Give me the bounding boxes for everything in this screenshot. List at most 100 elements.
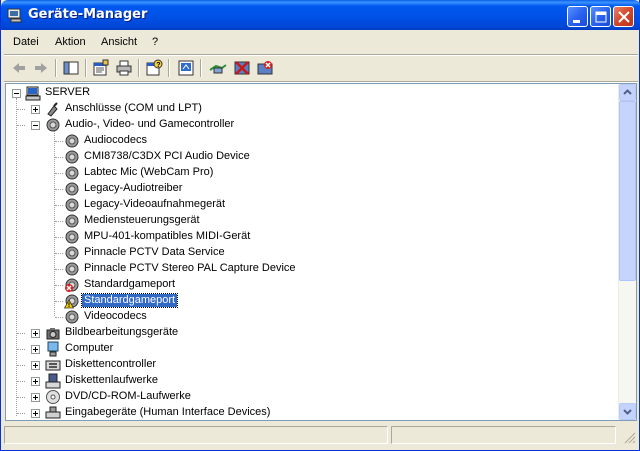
vertical-scrollbar[interactable] [618,84,636,420]
collapse-toggle[interactable] [12,89,21,98]
device-label[interactable]: Legacy-Audiotreiber [82,182,184,195]
audio-device-item[interactable]: Standardgameport [6,277,616,293]
tree-category[interactable]: Eingabegeräte (Human Interface Devices) [6,405,616,420]
tree-guide-line [55,285,63,286]
close-button[interactable] [613,6,634,27]
cdrom-icon [46,390,60,404]
tree-category[interactable]: Audio-, Video- und Gamecontroller [6,117,616,133]
audio-device-icon [65,182,79,196]
expand-toggle[interactable] [31,345,40,354]
minimize-icon [573,20,580,23]
update-driver-icon[interactable] [208,58,228,78]
scroll-thumb[interactable] [619,101,636,281]
tree-category[interactable]: Computer [6,341,616,357]
device-label[interactable]: CMI8738/C3DX PCI Audio Device [82,150,252,163]
tree-category[interactable]: Bildbearbeitungsgeräte [6,325,616,341]
tree-category-label[interactable]: Computer [63,342,115,355]
scan-hardware-icon[interactable] [176,58,196,78]
device-manager-window: Geräte-Manager Datei Aktion Ansicht ? ? … [0,0,640,451]
audio-device-item[interactable]: Pinnacle PCTV Data Service [6,245,616,261]
audio-device-item[interactable]: Pinnacle PCTV Stereo PAL Capture Device [6,261,616,277]
tree-guide-line [17,333,25,334]
tree-root[interactable]: SERVER [6,85,616,101]
resize-grip-icon[interactable] [624,432,636,444]
collapse-toggle[interactable] [31,121,40,130]
device-label[interactable]: Pinnacle PCTV Stereo PAL Capture Device [82,262,298,275]
tree-category[interactable]: Diskettenlaufwerke [6,373,616,389]
device-label[interactable]: Standardgameport [82,278,177,291]
device-label[interactable]: Legacy-Videoaufnahmegerät [82,198,227,211]
tree-category-label[interactable]: Diskettenlaufwerke [63,374,160,387]
status-bar [4,424,638,446]
menu-aktion[interactable]: Aktion [55,36,86,48]
tree-category-label[interactable]: Eingabegeräte (Human Interface Devices) [63,406,272,419]
audio-device-item[interactable]: Audiocodecs [6,133,616,149]
expand-toggle[interactable] [31,105,40,114]
audio-device-item[interactable]: CMI8738/C3DX PCI Audio Device [6,149,616,165]
menu-datei[interactable]: Datei [13,36,39,48]
chevron-up-icon [623,89,632,95]
warning-device-icon [64,294,79,309]
expand-toggle[interactable] [31,361,40,370]
scroll-down-button[interactable] [619,403,636,420]
expand-toggle[interactable] [31,393,40,402]
device-label[interactable]: Pinnacle PCTV Data Service [82,246,227,259]
help-icon[interactable]: ? [144,58,164,78]
toolbar-separator [138,59,140,77]
tree-guide-line [55,157,63,158]
menu-bar: Datei Aktion Ansicht ? [4,33,638,53]
audio-device-icon [65,262,79,276]
audio-device-icon [65,134,79,148]
menu-help[interactable]: ? [152,36,158,48]
uninstall-device-icon[interactable] [255,58,275,78]
expand-toggle[interactable] [31,329,40,338]
print-icon[interactable] [114,58,134,78]
expand-toggle[interactable] [31,409,40,418]
maximize-button[interactable] [590,6,611,27]
expand-toggle[interactable] [31,377,40,386]
tree-root-label[interactable]: SERVER [43,86,92,99]
audio-device-item[interactable]: MPU-401-kompatibles MIDI-Gerät [6,229,616,245]
device-label[interactable]: Audiocodecs [82,134,149,147]
disable-device-icon[interactable] [232,58,252,78]
tree-category[interactable]: Anschlüsse (COM und LPT) [6,101,616,117]
audio-device-item[interactable]: Mediensteuerungsgerät [6,213,616,229]
tree-category[interactable]: Diskettencontroller [6,357,616,373]
audio-device-item[interactable]: Legacy-Videoaufnahmegerät [6,197,616,213]
tree-category-label[interactable]: DVD/CD-ROM-Laufwerke [63,390,193,403]
tree-guide-line [55,141,63,142]
svg-text:?: ? [156,62,160,69]
audio-device-item[interactable]: Legacy-Audiotreiber [6,181,616,197]
tree-category-label[interactable]: Bildbearbeitungsgeräte [63,326,180,339]
audio-device-item[interactable]: Standardgameport [6,293,616,309]
scroll-up-button[interactable] [619,84,636,101]
back-icon[interactable] [9,58,29,78]
selected-device-label[interactable]: Standardgameport [80,293,179,308]
device-label[interactable]: Mediensteuerungsgerät [82,214,202,227]
title-bar[interactable]: Geräte-Manager [1,0,640,30]
properties-icon[interactable] [91,58,111,78]
tree-category[interactable]: DVD/CD-ROM-Laufwerke [6,389,616,405]
forward-icon[interactable] [31,58,51,78]
tree-guide-line [17,413,25,414]
tree-category-label[interactable]: Diskettencontroller [63,358,158,371]
tree-guide-line [17,109,25,110]
status-pane-main [4,426,388,444]
tree-guide-line [55,221,63,222]
menu-ansicht[interactable]: Ansicht [101,36,137,48]
tree-guide-line [55,205,63,206]
audio-device-icon [65,166,79,180]
tree-category-label[interactable]: Audio-, Video- und Gamecontroller [63,118,236,131]
toolbar: ? [4,56,638,80]
tree-category-label[interactable]: Anschlüsse (COM und LPT) [63,102,204,115]
device-tree[interactable]: SERVER Anschlüsse (COM und LPT) Audio-, … [5,83,637,421]
minimize-button[interactable] [567,6,588,27]
device-label[interactable]: MPU-401-kompatibles MIDI-Gerät [82,230,252,243]
toolbar-separator [85,59,87,77]
audio-device-item[interactable]: Videocodecs [6,309,616,325]
device-label[interactable]: Labtec Mic (WebCam Pro) [82,166,215,179]
show-hide-console-tree-icon[interactable] [61,58,81,78]
device-label[interactable]: Videocodecs [82,310,149,323]
audio-device-item[interactable]: Labtec Mic (WebCam Pro) [6,165,616,181]
tree-guide-line [55,173,63,174]
